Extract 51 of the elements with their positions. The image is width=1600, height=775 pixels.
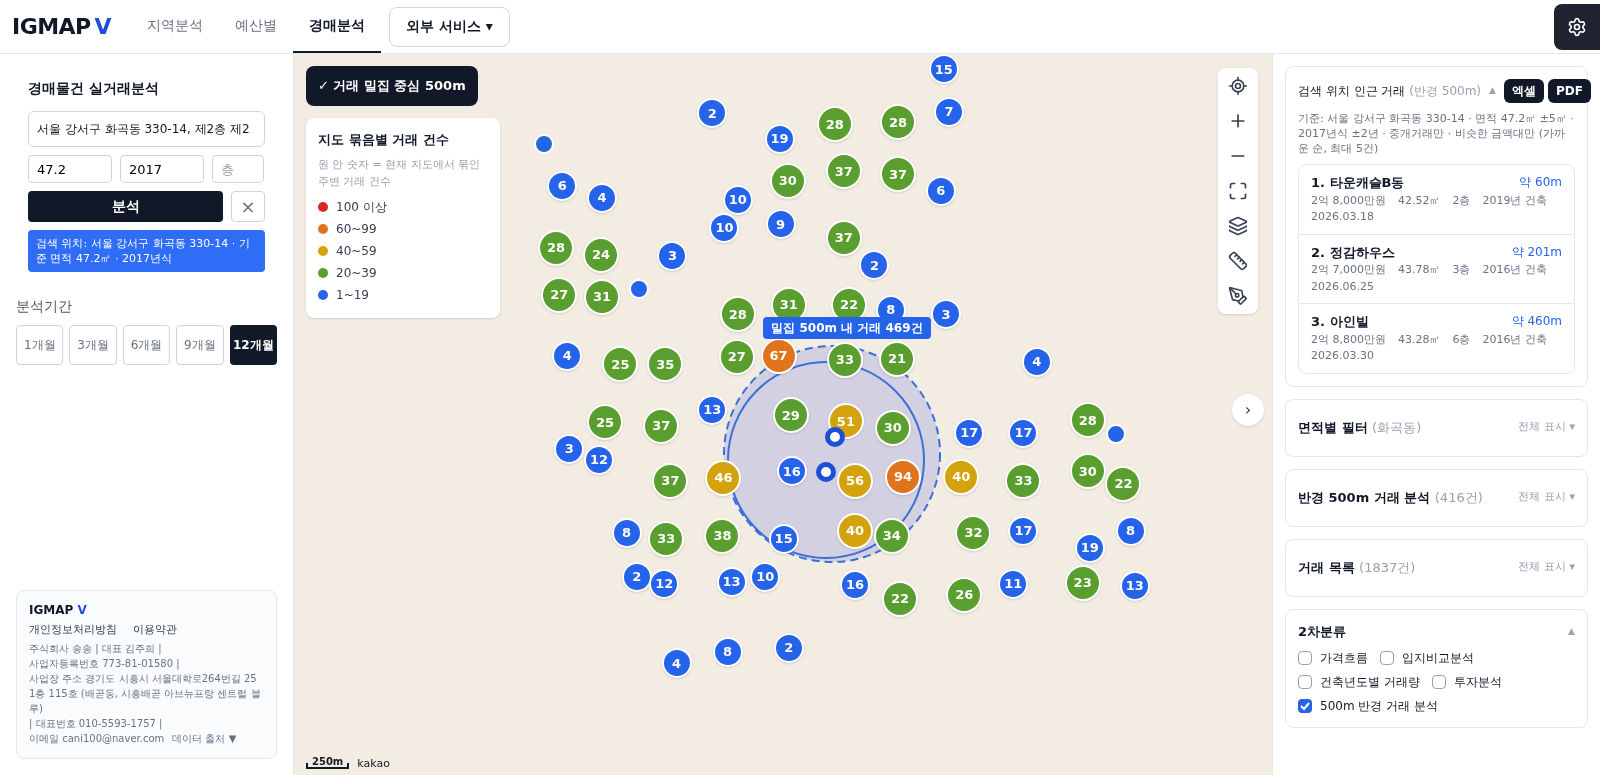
checkbox-label: 입지비교분석: [1402, 650, 1474, 667]
secondary-title: 2차분류: [1298, 622, 1347, 641]
checkbox-label: 500m 반경 거래 분석: [1320, 698, 1439, 715]
panel-title: 경매물건 실거래분석: [28, 79, 160, 98]
legend-label: 100 이상: [336, 198, 387, 216]
section-title: 면적별 필터 (화곡동): [1298, 418, 1422, 437]
deal-area: 42.52㎡: [1398, 192, 1441, 209]
legend-label: 1~19: [336, 286, 369, 304]
deal-name: 2. 정감하우스: [1311, 243, 1395, 262]
deal-distance: 약 460m: [1511, 313, 1562, 330]
deal-name: 3. 아인빌: [1311, 313, 1369, 331]
density-tooltip: 밀집 500m 내 거래 469건: [763, 317, 931, 340]
search-info: 검색 위치: 서울 강서구 화곡동 330-14 · 기준 면적 47.2㎡ · 2017년식: [28, 230, 265, 272]
company-info: 사업자등록번호 773-81-01580 |: [29, 657, 181, 671]
deal-floor: 3층: [1452, 262, 1471, 278]
checkbox-label: 투자분석: [1453, 674, 1502, 691]
nearby-title: 검색 위치 인근 거래 (반경 500m): [1298, 83, 1482, 100]
deal-date: 2026.06.25: [1311, 278, 1375, 295]
deal-distance: 약 60m: [1519, 174, 1562, 191]
deal-distance: 약 201m: [1511, 243, 1562, 261]
deal-floor: 6층: [1452, 331, 1471, 348]
legend-label: 60~99: [336, 220, 377, 238]
deal-area: 43.78㎡: [1398, 262, 1441, 279]
legend-note: 원 안 숫자 = 현재 지도에서 묶인 주변 거래 건수: [318, 156, 482, 190]
legend-label: 40~59: [336, 242, 377, 260]
map-attribution: kakao: [357, 758, 390, 769]
company-info: 주식회사 송송 | 대표 김주희 |: [29, 642, 163, 656]
deal-built-year: 2016년 건축: [1482, 262, 1547, 278]
section-title: 반경 500m 거래 분석 (416건): [1298, 488, 1483, 507]
footer-brand: IGMAP V: [29, 603, 88, 618]
legend-title: 지도 묶음별 거래 건수: [318, 131, 450, 149]
legend-label: 20~39: [336, 264, 377, 282]
criteria-text: 기준: 서울 강서구 화곡동 330-14 · 면적 47.2㎡ ±5㎡ · 2017년식 ±2년 · 중개거래만 · 비슷한 금액대만 (가까운 순, 최대 5건): [1298, 111, 1575, 156]
email-text: 이메일 cani100@naver.com: [29, 732, 165, 746]
deal-built-year: 2019년 건축: [1482, 192, 1547, 209]
period-label: 분석기간: [16, 297, 73, 316]
checkbox-label: 건축년도별 거래량: [1320, 674, 1420, 691]
deal-price: 2억 7,000만원: [1311, 262, 1386, 278]
company-info: 사업장 주소 경기도 시흥시 서울대학로264번길 25 1층 115호 (배곧동, 시흥배곧 아브뉴프랑 센트럴 블루): [29, 672, 262, 716]
deal-name: 1. 타운캐슬B동: [1311, 174, 1405, 192]
deal-built-year: 2016년 건축: [1482, 331, 1547, 348]
deal-area: 43.28㎡: [1398, 331, 1441, 348]
section-title: 거래 목록 (1837건): [1298, 558, 1416, 577]
company-info: | 대표번호 010-5593-1757 |: [29, 717, 164, 731]
checkbox-label: 가격흐름: [1320, 650, 1368, 667]
deal-floor: 2층: [1452, 192, 1471, 209]
deal-price: 2억 8,800만원: [1311, 331, 1386, 348]
scale-label: 250m: [312, 757, 344, 767]
deal-date: 2026.03.30: [1311, 348, 1375, 364]
deal-date: 2026.03.18: [1311, 209, 1375, 225]
deal-price: 2억 8,000만원: [1311, 192, 1386, 209]
